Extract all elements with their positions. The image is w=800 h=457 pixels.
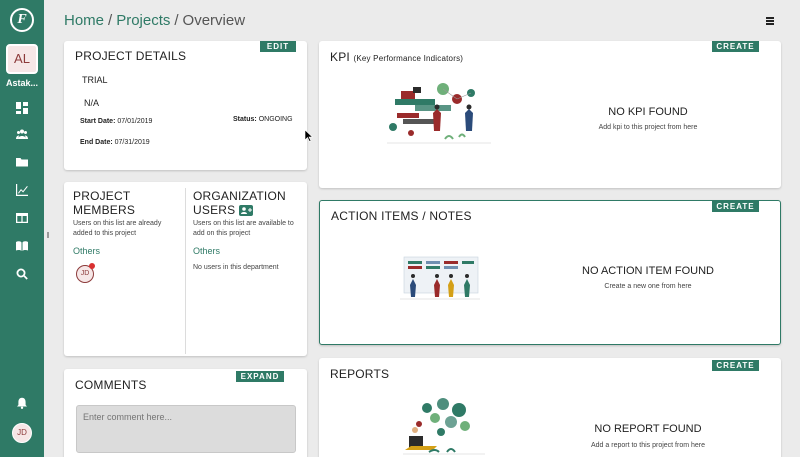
card-title: COMMENTS	[75, 378, 147, 392]
comments-card: COMMENTS EXPAND	[64, 369, 307, 457]
project-description: N/A	[84, 98, 100, 108]
card-title: PROJECT DETAILS	[75, 49, 187, 63]
edit-button[interactable]: EDIT	[260, 41, 296, 52]
user-name: Astak...	[5, 78, 38, 88]
folder-icon[interactable]	[12, 152, 32, 172]
empty-state-title: NO KPI FOUND	[608, 106, 688, 118]
user-avatar[interactable]: AL	[6, 44, 38, 74]
project-name: TRIAL	[82, 75, 108, 85]
project-status: Status: ONGOING	[233, 116, 293, 123]
create-action-item-button[interactable]: CREATE	[712, 201, 759, 212]
divider	[185, 188, 186, 354]
members-card: PROJECT MEMBERS Users on this list are al…	[64, 182, 307, 356]
profile-avatar[interactable]: JD	[12, 423, 32, 443]
chart-icon[interactable]	[12, 180, 32, 200]
card-title: KPI (Key Performance Indicators)	[330, 50, 464, 64]
owner-star-icon	[89, 263, 95, 269]
empty-state-subtitle: Add a report to this project from here	[591, 442, 705, 449]
breadcrumb-current: Overview	[182, 12, 246, 29]
members-group-others[interactable]: Others	[73, 246, 100, 256]
sidebar-collapse-handle[interactable]	[47, 232, 49, 238]
org-users-group-others[interactable]: Others	[193, 246, 220, 256]
app-logo[interactable]: F	[10, 8, 34, 32]
menu-icon[interactable]	[766, 17, 774, 25]
reports-illustration-icon	[403, 398, 485, 455]
start-date: Start Date: 07/01/2019	[80, 118, 153, 125]
org-users-subtitle: Users on this list are available to add …	[193, 220, 294, 237]
book-icon[interactable]	[12, 236, 32, 256]
card-title: ACTION ITEMS / NOTES	[331, 209, 472, 223]
add-user-icon[interactable]	[239, 204, 254, 216]
users-icon[interactable]	[12, 124, 32, 144]
search-icon[interactable]	[12, 264, 32, 284]
create-report-button[interactable]: CREATE	[712, 360, 759, 371]
sidebar: F AL Astak... JD	[0, 0, 44, 457]
org-users-title: ORGANIZATION USERS	[193, 189, 286, 217]
project-details-card: PROJECT DETAILS EDIT TRIAL N/A Start Dat…	[64, 41, 307, 170]
breadcrumb-home[interactable]: Home	[64, 12, 104, 29]
empty-state-subtitle: Create a new one from here	[604, 283, 692, 290]
empty-state-subtitle: Add kpi to this project from here	[598, 124, 698, 131]
bell-icon[interactable]	[12, 393, 32, 413]
expand-button[interactable]: EXPAND	[236, 371, 284, 382]
kpi-card: KPI (Key Performance Indicators) CREATE …	[319, 41, 781, 188]
empty-state-title: NO ACTION ITEM FOUND	[582, 265, 714, 277]
org-users-empty: No users in this department	[193, 264, 279, 271]
reports-card: REPORTS CREATE NO REPORT FOUND Add a rep…	[319, 358, 781, 457]
dashboard-icon[interactable]	[12, 98, 32, 118]
members-title: PROJECT MEMBERS	[73, 189, 136, 217]
kpi-illustration-icon	[387, 83, 491, 144]
create-kpi-button[interactable]: CREATE	[712, 41, 759, 52]
empty-state-title: NO REPORT FOUND	[594, 423, 702, 435]
members-subtitle: Users on this list are already added to …	[73, 220, 162, 237]
breadcrumb-separator: /	[174, 12, 179, 29]
breadcrumb: Home / Projects / Overview	[64, 12, 245, 29]
breadcrumb-projects[interactable]: Projects	[116, 12, 170, 29]
action-items-illustration-icon	[400, 256, 480, 300]
board-icon[interactable]	[12, 208, 32, 228]
end-date: End Date: 07/31/2019	[80, 139, 150, 146]
comment-input[interactable]	[76, 405, 296, 453]
action-items-card: ACTION ITEMS / NOTES CREATE NO ACTION IT…	[319, 200, 781, 345]
breadcrumb-separator: /	[108, 12, 113, 29]
mouse-cursor-icon	[305, 130, 313, 142]
card-title: REPORTS	[330, 367, 390, 381]
